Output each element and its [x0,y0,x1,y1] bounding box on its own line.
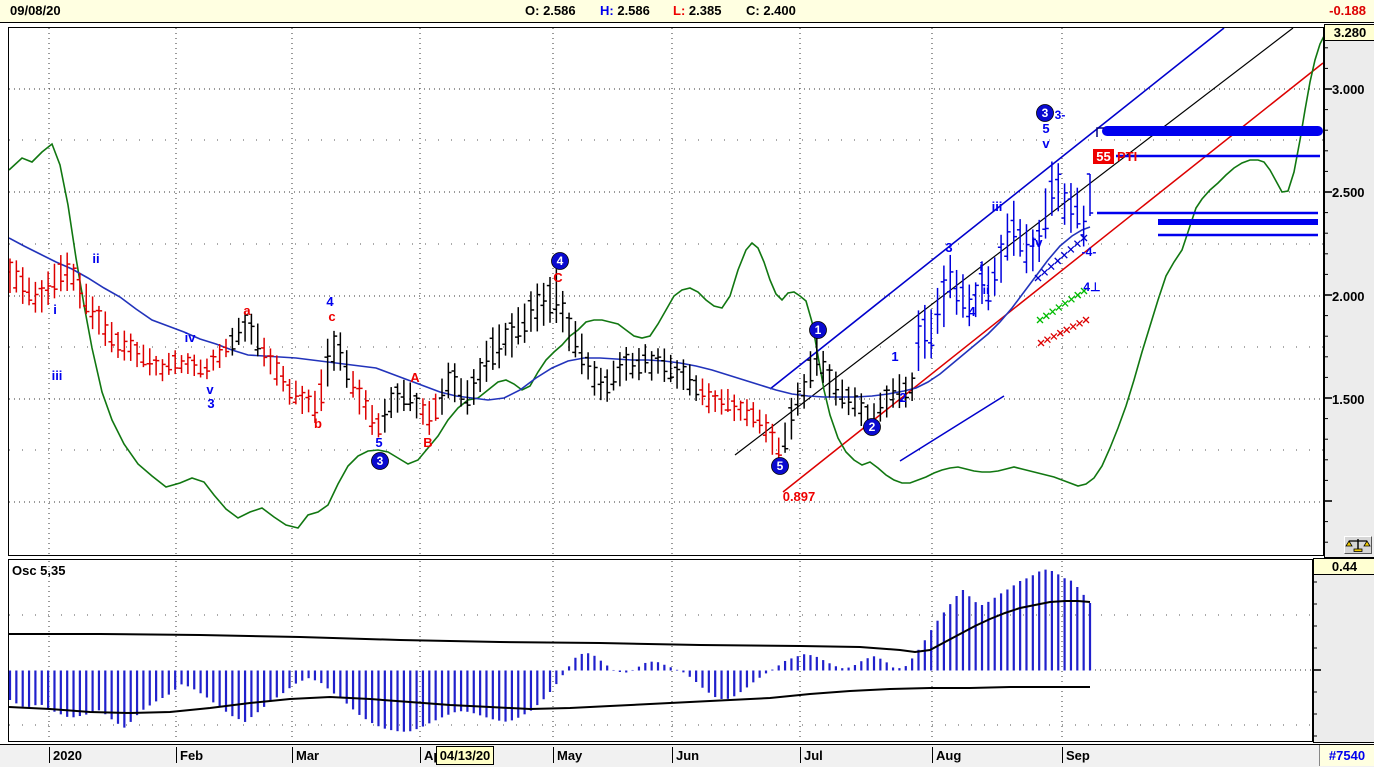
wave-label: a [243,303,251,318]
green-indicator-line [9,36,1323,529]
oscillator-title: Osc 5,35 [12,563,66,578]
wave-circle-number: 4 [557,254,564,268]
wave-label: 0.897 [783,489,816,504]
chart-window: 09/08/20 O: 2.586 H: 2.586 L: 2.385 C: 2… [0,0,1374,767]
wave-label: v [206,382,214,397]
pti-number: 55 [1096,149,1110,164]
wave4-channel-marks [1034,234,1088,282]
wave-circle-number: 2 [869,420,876,434]
wave-label: 4⊥ [1083,280,1100,294]
circled-wave-number: 4 [551,252,569,270]
wave-label: B [423,435,432,450]
axis-ticks [1313,47,1332,737]
wave-label: b [314,416,322,431]
grid [9,28,1323,555]
wave-label: iv [185,330,197,345]
circled-wave-number: 2 [863,418,881,436]
price-bars [9,161,1094,470]
wave-label: ii [92,251,99,266]
wave-label: 5 [1042,121,1049,136]
wave-circle-number: 3 [377,454,384,468]
circled-wave-number: 1 [809,321,827,339]
oscillator-content [8,569,1311,732]
wave-label: 1 [891,349,898,364]
wave-label: v [1042,136,1050,151]
wave-label: -4- [1082,245,1097,259]
wave-label: 3 [207,396,214,411]
wave-label: 3 [945,240,952,255]
wave-label: 5 [375,435,382,450]
wave-label: iii [52,368,63,383]
wave-label: 3- [1055,108,1066,122]
wave-label: i [979,260,982,274]
wave-label: C [553,270,563,285]
blue-trendline [899,395,1005,462]
wave-label: iv [1032,235,1044,250]
wave-label: iii [992,199,1003,214]
circled-wave-number: 3 [371,452,389,470]
cursor-date-box[interactable]: 04/13/20 [436,746,494,765]
oscillator-upper-band [9,600,1091,654]
pti-label: PTI [1117,149,1137,164]
wave-label: 4 [326,294,334,309]
wave-circle-number: 5 [777,459,784,473]
wave-circle-number: 3 [1042,106,1049,120]
wave4-channel-marks [1037,316,1090,347]
wave-label: A [410,370,420,385]
chart-graphics: iiiiiiivv3a4cb5ABC0.8971234iiiiiiiv5v3--… [8,28,1332,740]
wave-label: ii [983,283,990,297]
circled-wave-number: 3 [1036,104,1054,122]
main-plot-content: iiiiiiivv3a4cb5ABC0.8971234iiiiiiiv5v3--… [9,28,1323,555]
pti-badge: 55 PTI [1093,149,1137,164]
wave-label: c [328,309,335,324]
circled-wave-number: 5 [771,457,789,475]
wave-label: 2 [899,390,906,405]
wave-label: i [53,302,57,317]
wave-circle-number: 1 [815,323,822,337]
wave-label: 4 [968,304,976,319]
